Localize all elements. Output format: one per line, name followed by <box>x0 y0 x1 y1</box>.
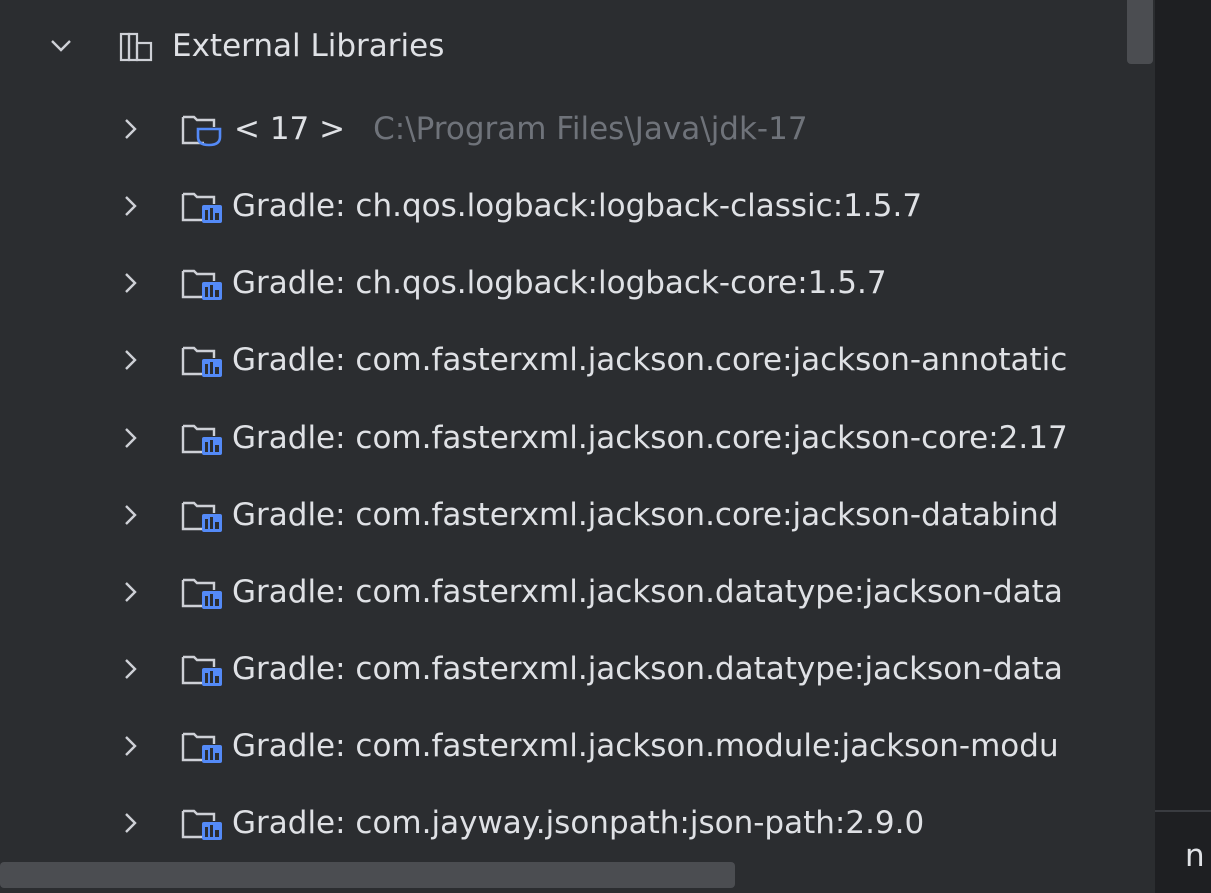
horizontal-scrollbar-thumb[interactable] <box>0 862 735 888</box>
chevron-right-icon[interactable] <box>116 268 146 298</box>
tree-node-gradle-library[interactable]: Gradle: com.fasterxml.jackson.core:jacks… <box>116 398 1068 478</box>
gradle-library-icon <box>180 340 226 380</box>
tree-node-gradle-library[interactable]: Gradle: ch.qos.logback:logback-classic:1… <box>116 166 922 246</box>
chevron-right-icon[interactable] <box>116 808 146 838</box>
tree-node-label: Gradle: ch.qos.logback:logback-classic:1… <box>232 188 923 224</box>
tree-node-label: Gradle: com.fasterxml.jackson.core:jacks… <box>232 497 1059 533</box>
chevron-right-icon[interactable] <box>116 345 146 375</box>
chevron-right-icon[interactable] <box>116 191 146 221</box>
tree-node-gradle-library[interactable]: Gradle: com.fasterxml.jackson.core:jacks… <box>116 320 1067 400</box>
chevron-right-icon[interactable] <box>116 114 146 144</box>
tree-node-gradle-library[interactable]: Gradle: com.fasterxml.jackson.datatype:j… <box>116 629 1063 709</box>
gradle-library-icon <box>180 572 226 612</box>
gradle-library-icon <box>180 186 226 226</box>
vertical-scrollbar-thumb[interactable] <box>1127 0 1153 64</box>
tree-node-label: External Libraries <box>172 28 445 64</box>
chevron-right-icon[interactable] <box>116 577 146 607</box>
tree-node-jdk[interactable]: < 17 > C:\Program Files\Java\jdk-17 <box>116 89 808 169</box>
tree-node-label: Gradle: com.fasterxml.jackson.module:jac… <box>232 728 1059 764</box>
tree-node-label: Gradle: com.fasterxml.jackson.datatype:j… <box>232 651 1063 687</box>
gradle-library-icon <box>180 418 226 458</box>
tree-node-external-libraries[interactable]: External Libraries <box>46 6 444 86</box>
tree-node-gradle-library[interactable]: Gradle: ch.qos.logback:logback-core:1.5.… <box>116 243 887 323</box>
tree-node-label: < 17 > <box>234 111 346 147</box>
editor-partial-text: n <box>1185 838 1205 874</box>
tree-node-label: Gradle: com.jayway.jsonpath:json-path:2.… <box>232 805 925 841</box>
project-tool-window: External Libraries < 17 > C:\Program Fil… <box>0 0 1211 893</box>
tree-node-gradle-library[interactable]: Gradle: com.jayway.jsonpath:json-path:2.… <box>116 783 924 863</box>
chevron-right-icon[interactable] <box>116 423 146 453</box>
project-tree[interactable]: External Libraries < 17 > C:\Program Fil… <box>0 0 1155 893</box>
gradle-library-icon <box>180 263 226 303</box>
chevron-down-icon[interactable] <box>46 31 76 61</box>
library-icon <box>118 29 162 63</box>
jdk-folder-icon <box>180 109 226 149</box>
tree-node-label: Gradle: com.fasterxml.jackson.core:jacks… <box>232 342 1068 378</box>
tree-node-label: Gradle: com.fasterxml.jackson.core:jacks… <box>232 420 1068 456</box>
gradle-library-icon <box>180 803 226 843</box>
chevron-right-icon[interactable] <box>116 731 146 761</box>
tree-node-label: Gradle: ch.qos.logback:logback-core:1.5.… <box>232 265 887 301</box>
jdk-path: C:\Program Files\Java\jdk-17 <box>373 111 808 147</box>
chevron-right-icon[interactable] <box>116 500 146 530</box>
gradle-library-icon <box>180 495 226 535</box>
tree-node-gradle-library[interactable]: Gradle: com.fasterxml.jackson.datatype:j… <box>116 552 1063 632</box>
divider <box>1155 810 1211 812</box>
gradle-library-icon <box>180 726 226 766</box>
chevron-right-icon[interactable] <box>116 654 146 684</box>
tree-node-gradle-library[interactable]: Gradle: com.fasterxml.jackson.module:jac… <box>116 706 1059 786</box>
gradle-library-icon <box>180 649 226 689</box>
editor-panel-edge <box>1155 0 1211 893</box>
tree-node-gradle-library[interactable]: Gradle: com.fasterxml.jackson.core:jacks… <box>116 475 1059 555</box>
tree-node-label: Gradle: com.fasterxml.jackson.datatype:j… <box>232 574 1063 610</box>
